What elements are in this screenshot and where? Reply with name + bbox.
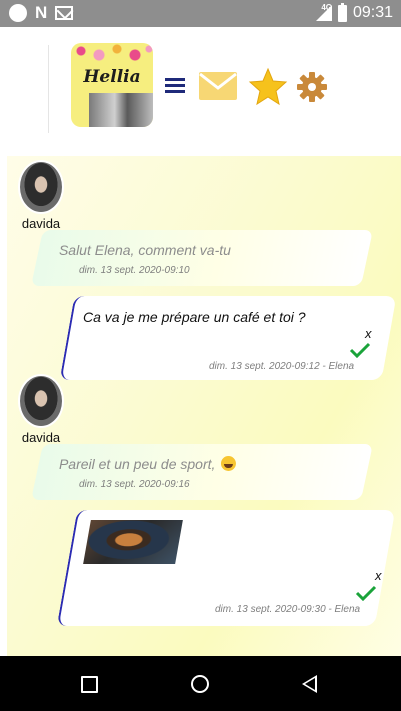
message-meta: dim. 13 sept. 2020-09:30 - Elena <box>215 604 361 615</box>
outgoing-message-bubble[interactable]: x dim. 13 sept. 2020-09:30 - Elena <box>56 510 396 626</box>
sender-name: davida <box>21 216 61 231</box>
notification-dot-icon <box>9 4 27 22</box>
message-timestamp: dim. 13 sept. 2020-09:16 <box>78 479 190 490</box>
sender-block: davida <box>11 160 71 231</box>
gear-icon[interactable] <box>296 71 328 103</box>
message-text: Ca va je me prépare un café et toi ? <box>83 309 306 325</box>
sender-block: davida <box>11 374 71 445</box>
notification-mail-icon <box>55 6 74 20</box>
navigation-bar <box>0 656 401 711</box>
menu-icon[interactable] <box>165 78 185 94</box>
logo-photo <box>89 93 153 127</box>
back-icon[interactable] <box>302 675 317 693</box>
coffee-cup-image[interactable] <box>83 520 183 564</box>
avatar[interactable] <box>18 374 64 428</box>
chat-thread[interactable]: davida Salut Elena, comment va-tu dim. 1… <box>7 156 401 656</box>
message-timestamp: dim. 13 sept. 2020-09:10 <box>78 265 190 276</box>
star-icon[interactable] <box>248 67 288 107</box>
delete-message-button[interactable]: x <box>375 568 382 583</box>
status-time: 09:31 <box>352 4 393 21</box>
grinning-face-icon <box>221 456 237 471</box>
app-header: Hellia <box>0 27 401 147</box>
logo-text: Hellia <box>83 67 141 87</box>
header-divider <box>48 45 49 133</box>
sender-name: davida <box>21 430 61 445</box>
battery-icon <box>337 2 347 22</box>
incoming-message-bubble[interactable]: Pareil et un peu de sport, dim. 13 sept.… <box>31 444 373 500</box>
avatar[interactable] <box>18 160 64 214</box>
delete-message-button[interactable]: x <box>365 326 372 341</box>
mail-icon[interactable] <box>198 70 238 102</box>
incoming-message-bubble[interactable]: Salut Elena, comment va-tu dim. 13 sept.… <box>31 230 373 286</box>
recent-apps-icon[interactable] <box>81 676 98 693</box>
read-check-icon <box>349 342 371 358</box>
message-text: Salut Elena, comment va-tu <box>58 242 231 258</box>
message-text-content: Pareil et un peu de sport, <box>58 456 216 472</box>
logo-decoration <box>71 43 153 65</box>
message-meta: dim. 13 sept. 2020-09:12 - Elena <box>209 361 355 372</box>
signal-icon <box>315 5 332 21</box>
outgoing-message-bubble[interactable]: Ca va je me prépare un café et toi ? x d… <box>59 296 397 380</box>
status-bar: N 4G 09:31 <box>0 0 401 27</box>
home-icon[interactable] <box>191 675 209 693</box>
read-check-icon <box>355 585 377 601</box>
app-logo[interactable]: Hellia <box>71 43 153 127</box>
notification-n-icon: N <box>35 3 48 22</box>
message-text: Pareil et un peu de sport, <box>58 456 237 472</box>
